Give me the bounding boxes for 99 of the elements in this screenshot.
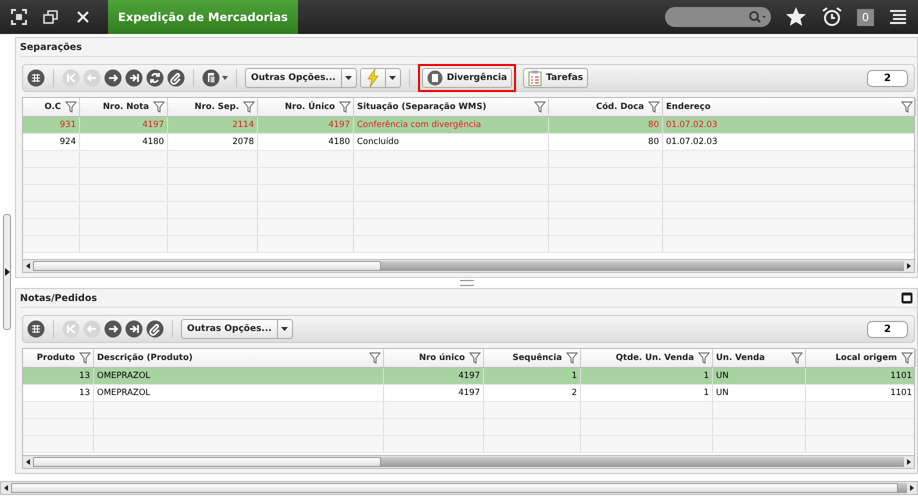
filter-icon[interactable]: [901, 101, 913, 113]
table-cell: 1: [704, 371, 709, 381]
lightning-icon: [366, 69, 379, 87]
grid-view-icon[interactable]: [27, 320, 45, 338]
column-header[interactable]: Nro único: [419, 353, 465, 363]
column-header[interactable]: Nro. Sep.: [194, 102, 239, 112]
table-row[interactable]: 13 OMEPRAZOL 4197 1 1 UN 1101: [23, 368, 914, 385]
table-cell: Conferência com divergência: [357, 120, 482, 130]
notification-count[interactable]: 0: [857, 8, 874, 26]
menu-icon[interactable]: [888, 9, 908, 25]
maximize-icon[interactable]: [901, 292, 913, 304]
table-cell: 2114: [232, 120, 254, 130]
alarm-clock-icon[interactable]: [821, 6, 843, 28]
splitter-grip[interactable]: [460, 280, 474, 286]
filter-icon[interactable]: [791, 352, 803, 364]
refresh-icon[interactable]: [146, 69, 164, 87]
table-cell: OMEPRAZOL: [97, 371, 150, 381]
column-header[interactable]: Produto: [36, 353, 75, 363]
filter-icon[interactable]: [534, 101, 546, 113]
clipboard-icon: [528, 70, 542, 86]
table-cell: 4180: [142, 137, 164, 147]
filter-icon[interactable]: [901, 352, 913, 364]
panel-title: Separações: [20, 42, 82, 52]
side-panel-handle[interactable]: [3, 214, 11, 330]
table-cell: 4197: [458, 371, 480, 381]
star-icon[interactable]: [785, 6, 807, 28]
table-cell: 80: [648, 120, 659, 130]
column-header[interactable]: Nro. Único: [284, 102, 335, 112]
caret-icon: [389, 76, 396, 80]
column-header[interactable]: Cód. Doca: [596, 102, 644, 112]
table-cell: 13: [79, 388, 90, 398]
filter-icon[interactable]: [566, 352, 578, 364]
divergence-button[interactable]: Divergência: [422, 68, 512, 88]
attachment-icon[interactable]: [146, 320, 164, 338]
more-options-dropdown[interactable]: Outras Opções...: [245, 68, 357, 88]
attachment-icon[interactable]: [167, 69, 185, 87]
document-icon: [426, 70, 443, 86]
fullscreen-icon[interactable]: [10, 8, 28, 26]
table-cell: 2078: [232, 137, 254, 147]
table-cell: 924: [60, 137, 76, 147]
restore-window-icon[interactable]: [42, 8, 60, 26]
column-header[interactable]: Local origem: [835, 353, 897, 363]
horizontal-scrollbar[interactable]: [23, 259, 914, 272]
search-field[interactable]: [665, 7, 771, 27]
tasks-button[interactable]: Tarefas: [523, 68, 588, 88]
table-cell: 4180: [328, 137, 350, 147]
column-header[interactable]: Endereço: [666, 102, 711, 112]
actions-dropdown[interactable]: [360, 68, 401, 88]
filter-icon[interactable]: [339, 101, 351, 113]
table-cell: 1101: [890, 371, 912, 381]
filter-icon[interactable]: [79, 352, 91, 364]
caret-icon: [281, 327, 288, 331]
column-header[interactable]: Descrição (Produto): [97, 353, 193, 363]
record-count: 2: [867, 70, 908, 86]
column-header[interactable]: O.C: [44, 102, 61, 112]
column-header[interactable]: Qtde. Un. Venda: [616, 353, 694, 363]
page-scrollbar[interactable]: [0, 481, 918, 495]
table-cell: Concluído: [357, 137, 399, 147]
grid-view-icon[interactable]: [27, 69, 45, 87]
filter-icon[interactable]: [648, 101, 660, 113]
caret-icon: [222, 76, 228, 80]
table-cell: 13: [79, 371, 90, 381]
filter-icon[interactable]: [369, 352, 381, 364]
table-cell: 4197: [458, 388, 480, 398]
document-icon: [202, 69, 220, 87]
table-cell: UN: [716, 371, 729, 381]
filter-icon[interactable]: [65, 101, 77, 113]
document-menu-button[interactable]: [202, 69, 228, 87]
table-cell: 1101: [890, 388, 912, 398]
table-cell: 1: [572, 371, 577, 381]
scrollbar-thumb[interactable]: [33, 261, 382, 271]
record-count: 2: [867, 320, 908, 338]
search-icon: [747, 10, 767, 24]
table-cell: UN: [716, 388, 729, 398]
table-cell: 80: [648, 137, 659, 147]
window-title[interactable]: Expedição de Mercadorias: [108, 0, 298, 34]
expand-arrow-icon: [4, 268, 10, 276]
horizontal-scrollbar[interactable]: [23, 455, 914, 468]
filter-icon[interactable]: [153, 101, 165, 113]
column-header[interactable]: Situação (Separação WMS): [357, 102, 486, 112]
filter-icon[interactable]: [698, 352, 710, 364]
filter-icon[interactable]: [469, 352, 481, 364]
table-cell: 01.07.02.03: [666, 120, 718, 130]
table-cell: 01.07.02.03: [666, 137, 718, 147]
table-cell: OMEPRAZOL: [97, 388, 150, 398]
table-cell: 4197: [328, 120, 350, 130]
table-cell: 1: [704, 388, 709, 398]
scrollbar-thumb[interactable]: [33, 457, 382, 467]
filter-icon[interactable]: [243, 101, 255, 113]
table-cell: 2: [572, 388, 577, 398]
caret-icon: [345, 76, 352, 80]
table-cell: 4197: [142, 120, 164, 130]
column-header[interactable]: Nro. Nota: [102, 102, 149, 112]
column-header[interactable]: Sequência: [512, 353, 562, 363]
table-cell: 931: [60, 120, 76, 130]
scrollbar-thumb[interactable]: [11, 483, 898, 493]
more-options-dropdown[interactable]: Outras Opções...: [181, 319, 293, 339]
column-header[interactable]: Un. Venda: [716, 353, 765, 363]
panel-title: Notas/Pedidos: [20, 292, 97, 304]
